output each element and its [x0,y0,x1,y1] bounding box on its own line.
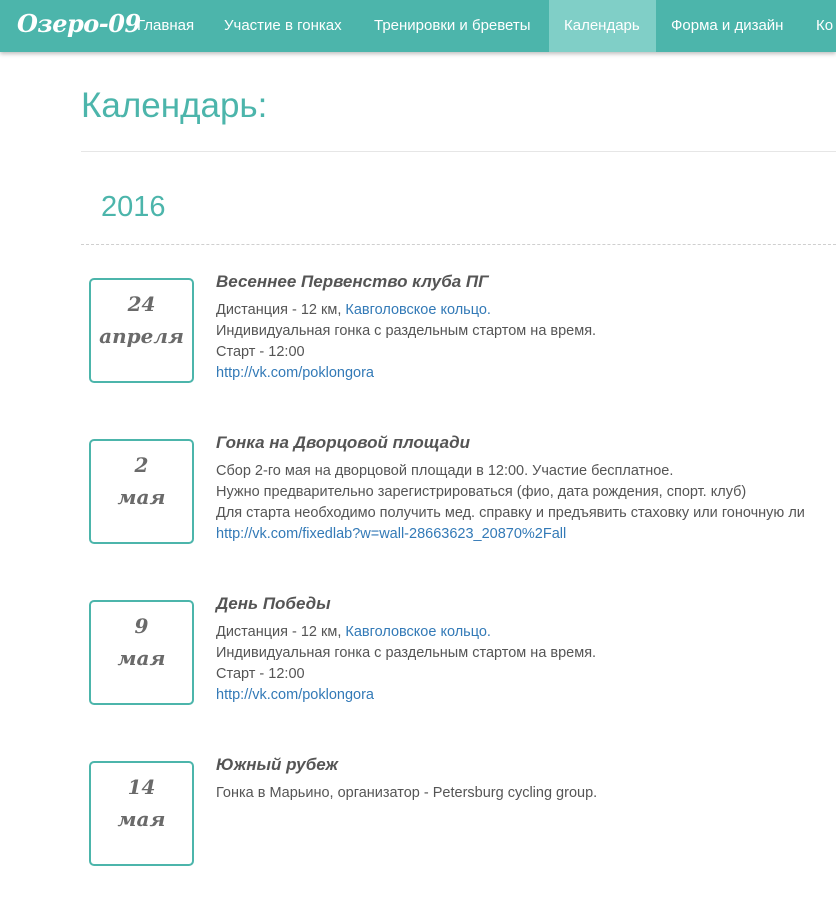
event-item: 2 мая Гонка на Дворцовой площади Сбор 2-… [0,433,836,599]
event-distance: Дистанция - 12 км, Кавголовское кольцо. [216,302,491,318]
event-month: апреля [99,324,184,348]
event-month: мая [117,485,166,509]
nav-item-design[interactable]: Форма и дизайн [656,0,798,52]
event-url-link[interactable]: http://vk.com/poklongora [216,365,374,381]
event-date-box: 2 мая [89,439,194,544]
event-track-link[interactable]: Кавголовское кольцо. [345,624,491,640]
year-heading: 2016 [101,191,166,223]
event-title: Весеннее Первенство клуба ПГ [216,272,489,291]
event-start-time: Старт - 12:00 [216,344,305,360]
nav-item-trainings[interactable]: Тренировки и бреветы [359,0,546,52]
event-distance: Дистанция - 12 км, Кавголовское кольцо. [216,624,491,640]
event-day: 14 [127,775,156,799]
event-start-time: Старт - 12:00 [216,666,305,682]
event-month: мая [117,807,166,831]
event-item: 24 апреля Весеннее Первенство клуба ПГ Д… [0,272,836,438]
year-divider [81,244,836,245]
navbar: Озеро-09 Главная Участие в гонках Тренир… [0,0,836,52]
event-date-box: 24 апреля [89,278,194,383]
header-divider [81,151,836,152]
event-month: мая [117,646,166,670]
event-track-link[interactable]: Кавголовское кольцо. [345,302,491,318]
event-url-link[interactable]: http://vk.com/poklongora [216,687,374,703]
nav-item-races[interactable]: Участие в гонках [209,0,357,52]
event-distance-text: Дистанция - 12 км, [216,624,346,640]
event-registration-info: Нужно предварительно зарегистрироваться … [216,484,747,500]
event-description: Индивидуальная гонка с раздельным старто… [216,323,597,339]
event-requirements: Для старта необходимо получить мед. спра… [216,505,805,521]
event-day: 2 [134,453,149,477]
event-day: 9 [134,614,149,638]
event-description: Гонка в Марьино, организатор - Petersbur… [216,785,598,801]
event-url-link[interactable]: http://vk.com/fixedlab?w=wall-28663623_2… [216,526,566,542]
event-date-box: 9 мая [89,600,194,705]
event-day: 24 [127,292,156,316]
event-distance-text: Дистанция - 12 км, [216,302,346,318]
event-title: Гонка на Дворцовой площади [216,433,470,452]
event-title: День Победы [216,594,331,613]
event-item: 9 мая День Победы Дистанция - 12 км, Кав… [0,594,836,760]
event-title: Южный рубеж [216,755,339,774]
nav-item-calendar[interactable]: Календарь [549,0,656,52]
event-description: Индивидуальная гонка с раздельным старто… [216,645,597,661]
event-date-box: 14 мая [89,761,194,866]
page-title: Календарь: [81,86,268,125]
nav-item-contacts[interactable]: Ко [801,0,836,52]
nav-item-home[interactable]: Главная [122,0,209,52]
event-meeting-info: Сбор 2-го мая на дворцовой площади в 12:… [216,463,674,479]
event-item: 14 мая Южный рубеж Гонка в Марьино, орга… [0,755,836,921]
